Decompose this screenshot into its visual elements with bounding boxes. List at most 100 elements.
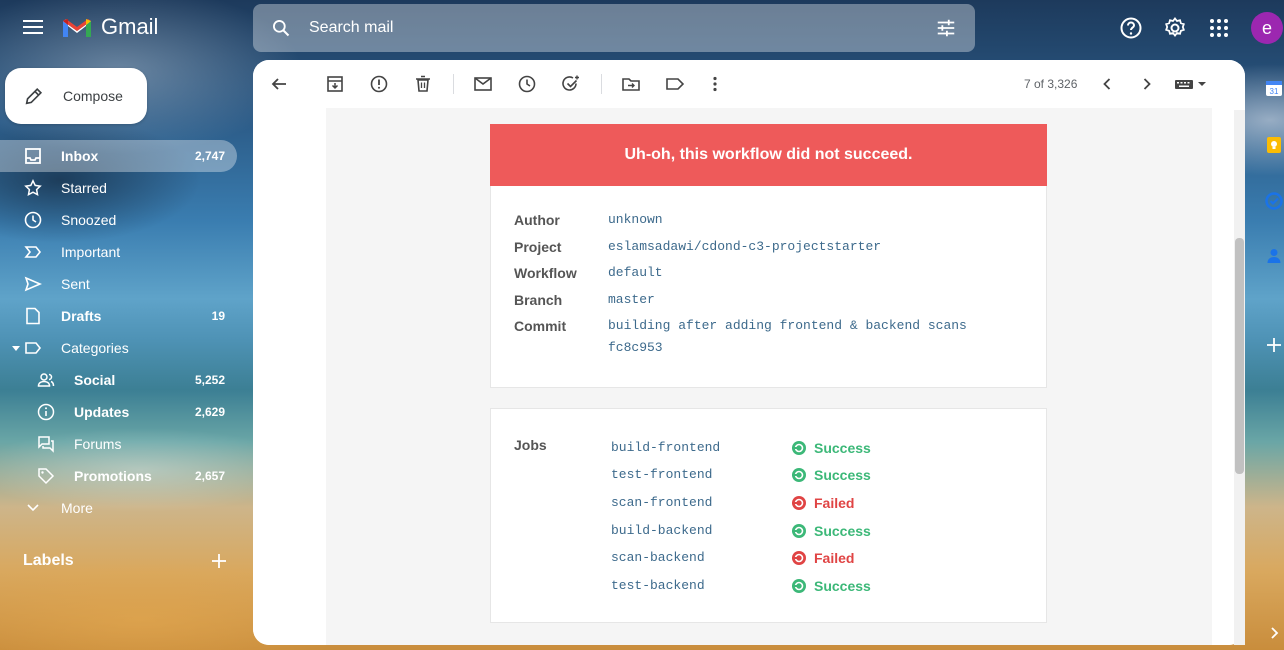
keep-icon[interactable] — [1264, 135, 1284, 155]
commit-hash-link[interactable]: fc8c953 — [608, 340, 663, 355]
project-link[interactable]: eslamsadawi/cdond-c3-projectstarter — [608, 239, 881, 254]
search-options-icon[interactable] — [935, 17, 957, 39]
help-icon[interactable] — [1119, 16, 1143, 40]
sidebar-item-important[interactable]: Important — [0, 236, 237, 268]
move-to-folder-icon[interactable] — [621, 74, 641, 94]
trash-icon[interactable] — [413, 74, 433, 94]
expand-side-panel-icon[interactable] — [1264, 623, 1284, 643]
labels-heading: Labels — [23, 552, 74, 569]
sidebar-item-label: Social — [74, 372, 116, 388]
contacts-icon[interactable] — [1264, 246, 1284, 266]
info-icon — [37, 403, 55, 421]
workflow-details-card: Author unknown Project eslamsadawi/cdond… — [490, 186, 1047, 388]
unread-count: 2,657 — [194, 469, 225, 483]
chevron-right-icon[interactable] — [1137, 74, 1157, 94]
label-tag-icon[interactable] — [665, 74, 685, 94]
compose-button[interactable]: Compose — [5, 68, 147, 124]
success-icon — [792, 524, 806, 538]
sidebar-item-inbox[interactable]: Inbox 2,747 — [0, 140, 237, 172]
account-avatar[interactable]: e — [1251, 12, 1283, 44]
more-vert-icon[interactable] — [705, 74, 725, 94]
workflow-link[interactable]: default — [608, 265, 663, 280]
label-icon — [25, 342, 42, 354]
job-name-link[interactable]: build-backend — [611, 523, 712, 538]
sidebar-item-label: Sent — [61, 276, 90, 292]
jobs-card: Jobs build-frontend Success test-fronten… — [490, 408, 1047, 623]
email-body: Uh-oh, this workflow did not succeed. Au… — [326, 108, 1212, 645]
tag-icon — [38, 468, 55, 485]
sidebar-item-updates[interactable]: Updates 2,629 — [0, 396, 237, 428]
sidebar-item-label: Promotions — [74, 468, 152, 484]
compose-label: Compose — [63, 88, 123, 104]
gmail-logo[interactable]: Gmail — [61, 14, 158, 40]
sidebar-item-label: Inbox — [61, 148, 99, 164]
unread-count: 2,629 — [194, 405, 225, 419]
job-name-link[interactable]: scan-frontend — [611, 495, 712, 510]
sidebar-item-forums[interactable]: Forums — [0, 428, 237, 460]
sidebar-item-label: Updates — [74, 404, 130, 420]
add-to-tasks-icon[interactable] — [561, 74, 581, 94]
calendar-icon[interactable]: 31 — [1264, 78, 1284, 98]
scrollbar-thumb[interactable] — [1235, 238, 1244, 474]
snooze-clock-icon[interactable] — [517, 74, 537, 94]
archive-icon[interactable] — [325, 74, 345, 94]
search-input[interactable] — [309, 19, 935, 37]
tasks-icon[interactable] — [1264, 191, 1284, 211]
sidebar-item-sent[interactable]: Sent — [0, 268, 237, 300]
job-name-link[interactable]: build-frontend — [611, 440, 720, 455]
detail-key: Author — [514, 212, 560, 228]
main-menu-button[interactable] — [18, 16, 48, 40]
add-app-icon[interactable] — [1264, 335, 1284, 355]
sidebar-item-label: Forums — [74, 436, 122, 452]
svg-text:31: 31 — [1270, 87, 1279, 96]
unread-count: 19 — [211, 309, 225, 323]
settings-gear-icon[interactable] — [1163, 16, 1187, 40]
job-status-label: Failed — [814, 495, 855, 511]
success-icon — [792, 468, 806, 482]
job-name-link[interactable]: test-frontend — [611, 467, 712, 482]
workflow-failed-banner: Uh-oh, this workflow did not succeed. — [490, 124, 1047, 186]
failed-icon — [792, 551, 806, 565]
detail-key: Workflow — [514, 265, 577, 281]
detail-key: Project — [514, 239, 562, 255]
job-status-label: Success — [814, 440, 871, 456]
back-arrow-icon[interactable] — [269, 74, 289, 94]
forum-icon — [38, 436, 54, 453]
job-name-link[interactable]: test-backend — [611, 578, 705, 593]
job-status-label: Success — [814, 467, 871, 483]
job-status-label: Success — [814, 523, 871, 539]
sidebar-item-social[interactable]: Social 5,252 — [0, 364, 237, 396]
report-spam-icon[interactable] — [369, 74, 389, 94]
sidebar-item-categories[interactable]: Categories — [0, 332, 237, 364]
draft-icon — [26, 307, 40, 325]
sidebar-item-more[interactable]: More — [0, 492, 237, 524]
sidebar-item-label: Starred — [61, 180, 107, 196]
job-status: Success — [791, 467, 871, 483]
success-icon — [792, 441, 806, 455]
sidebar-item-snoozed[interactable]: Snoozed — [0, 204, 237, 236]
detail-value: unknown — [608, 212, 663, 227]
sidebar-item-drafts[interactable]: Drafts 19 — [0, 300, 237, 332]
clock-icon — [24, 211, 42, 229]
job-status: Failed — [791, 550, 854, 566]
chevron-left-icon[interactable] — [1097, 74, 1117, 94]
job-status: Success — [791, 578, 871, 594]
search-bar[interactable] — [253, 4, 975, 52]
unread-count: 2,747 — [194, 149, 225, 163]
caret-down-icon[interactable] — [11, 343, 21, 353]
job-status: Success — [791, 523, 871, 539]
job-name-link[interactable]: scan-backend — [611, 550, 705, 565]
toolbar-divider — [453, 74, 454, 94]
jobs-label: Jobs — [514, 437, 547, 453]
branch-link[interactable]: master — [608, 292, 655, 307]
keyboard-input-icon[interactable] — [1173, 74, 1209, 94]
sidebar-item-starred[interactable]: Starred — [0, 172, 237, 204]
sidebar-item-label: Snoozed — [61, 212, 117, 228]
sidebar-item-promotions[interactable]: Promotions 2,657 — [0, 460, 237, 492]
search-icon[interactable] — [271, 18, 291, 38]
add-label-icon[interactable] — [210, 552, 228, 570]
mark-unread-icon[interactable] — [473, 74, 493, 94]
message-panel: 7 of 3,326 Uh-oh, this workflow did not … — [253, 60, 1245, 645]
pagination-count: 7 of 3,326 — [1024, 77, 1078, 91]
apps-grid-icon[interactable] — [1207, 16, 1231, 40]
